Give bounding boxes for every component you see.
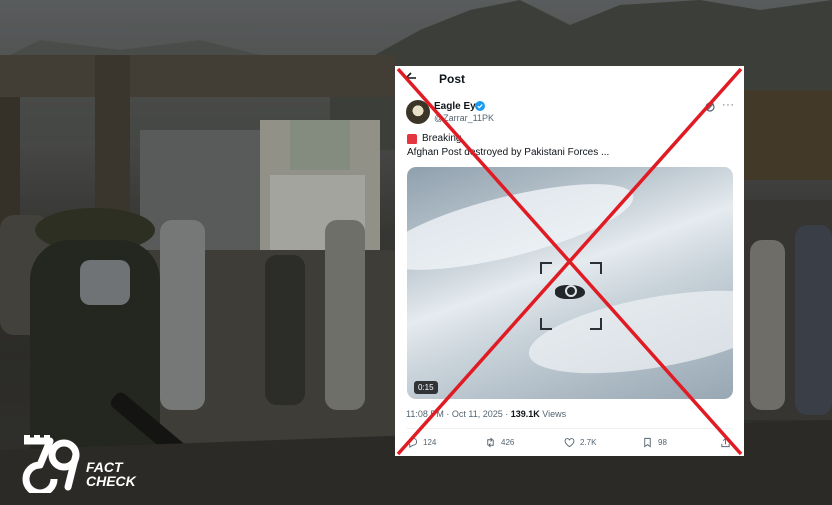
siren-emoji-icon <box>407 134 417 144</box>
more-options-icon[interactable]: ··· <box>722 99 735 111</box>
video-duration-badge: 0:15 <box>414 381 438 394</box>
views-label: Views <box>539 409 567 419</box>
author-avatar[interactable] <box>406 100 430 124</box>
tweet-screenshot-card: Post Eagle Eye @Zarrar_11PK ··· Breaking… <box>395 66 744 456</box>
repost-count: 426 <box>501 437 515 447</box>
grok-icon[interactable] <box>705 102 715 112</box>
fact-check-logo: FACT CHECK <box>20 435 150 493</box>
like-count: 2.7K <box>580 437 597 447</box>
post-text: Afghan Post destroyed by Pakistani Force… <box>407 147 610 158</box>
targeting-reticle <box>540 262 602 330</box>
bookmark-count: 98 <box>658 437 667 447</box>
share-icon <box>721 437 730 447</box>
post-header: Post <box>395 66 744 92</box>
verified-badge-icon <box>475 101 485 111</box>
logo-numeral-graphic <box>22 435 80 493</box>
repost-button[interactable]: 426 <box>485 435 514 449</box>
bookmark-button[interactable]: 98 <box>642 435 667 449</box>
post-meta: 11:08 PM · Oct 11, 2025 · 139.1K Views <box>406 409 566 419</box>
logo-wordmark: FACT CHECK <box>86 460 136 488</box>
share-button[interactable] <box>720 435 731 449</box>
reply-icon <box>408 437 418 448</box>
heart-icon <box>564 437 575 447</box>
views-count: 139.1K <box>510 409 540 419</box>
breaking-label: Breaking <box>422 133 462 144</box>
logo-line-check: CHECK <box>86 473 136 489</box>
post-timestamp[interactable]: 11:08 PM · Oct 11, 2025 · <box>406 409 511 419</box>
divider <box>406 428 733 429</box>
post-header-title: Post <box>439 72 466 86</box>
like-button[interactable]: 2.7K <box>564 435 596 449</box>
author-handle[interactable]: @Zarrar_11PK <box>434 113 494 123</box>
repost-icon <box>487 437 494 447</box>
reply-count: 124 <box>423 437 437 447</box>
bookmark-icon <box>644 437 651 448</box>
action-bar: 124 426 2.7K 98 <box>395 435 744 451</box>
back-arrow-icon[interactable] <box>404 71 417 85</box>
reply-button[interactable]: 124 <box>407 435 436 449</box>
logo-line-fact: FACT <box>86 459 123 475</box>
post-video[interactable]: 0:15 <box>407 167 733 399</box>
